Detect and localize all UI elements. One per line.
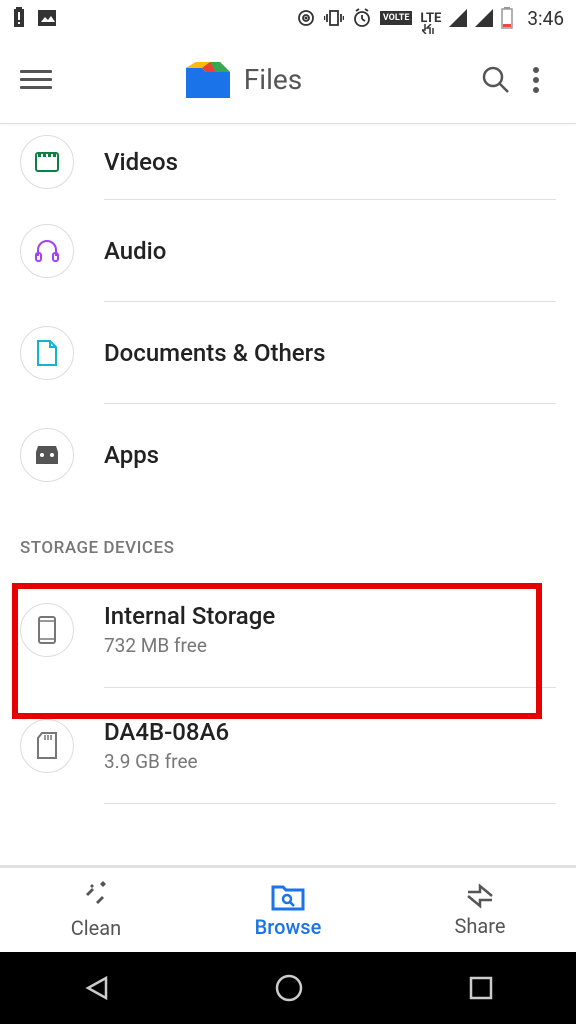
documents-icon bbox=[20, 326, 74, 380]
nav-share[interactable]: Share bbox=[384, 868, 576, 952]
android-nav-bar bbox=[0, 952, 576, 1024]
storage-subtitle: 3.9 GB free bbox=[104, 750, 556, 773]
signal-icon-2 bbox=[475, 9, 493, 27]
battery-warn-icon bbox=[12, 7, 26, 29]
recent-button[interactable] bbox=[468, 975, 494, 1001]
nav-browse[interactable]: Browse bbox=[192, 868, 384, 952]
category-documents[interactable]: Documents & Others bbox=[0, 302, 576, 404]
app-title: Files bbox=[244, 63, 302, 96]
volte-badge: VOLTE bbox=[380, 11, 413, 25]
category-videos[interactable]: Videos bbox=[0, 124, 576, 200]
content-scroll[interactable]: Videos Audio Documents & Others Apps STO… bbox=[0, 124, 576, 804]
back-button[interactable] bbox=[82, 974, 110, 1002]
vibrate-icon bbox=[324, 8, 344, 28]
image-icon bbox=[36, 7, 58, 29]
hotspot-icon bbox=[296, 8, 316, 28]
storage-sdcard[interactable]: DA4B-08A6 3.9 GB free bbox=[0, 688, 576, 804]
nav-label: Share bbox=[455, 914, 506, 938]
more-button[interactable] bbox=[516, 60, 556, 100]
category-label: Videos bbox=[104, 124, 556, 200]
share-icon bbox=[464, 882, 496, 910]
status-bar: VOLTE LTE 3:46 bbox=[0, 0, 576, 36]
section-header-storage: STORAGE DEVICES bbox=[0, 506, 576, 572]
status-time: 3:46 bbox=[527, 7, 564, 30]
clean-icon bbox=[80, 880, 112, 912]
bottom-nav: Clean Browse Share bbox=[0, 865, 576, 952]
category-label: Audio bbox=[104, 200, 556, 302]
alarm-icon bbox=[352, 8, 372, 28]
videos-icon bbox=[20, 135, 74, 189]
lte-badge: LTE bbox=[420, 11, 441, 26]
sdcard-icon bbox=[20, 719, 74, 773]
app-bar: Files bbox=[0, 36, 576, 124]
audio-icon bbox=[20, 224, 74, 278]
category-apps[interactable]: Apps bbox=[0, 404, 576, 506]
files-logo-icon bbox=[186, 62, 230, 98]
more-icon bbox=[533, 67, 539, 93]
storage-title: Internal Storage bbox=[104, 602, 556, 630]
storage-subtitle: 732 MB free bbox=[104, 634, 556, 657]
category-audio[interactable]: Audio bbox=[0, 200, 576, 302]
battery-icon bbox=[501, 7, 513, 29]
storage-title: DA4B-08A6 bbox=[104, 718, 556, 746]
signal-icon bbox=[449, 9, 467, 27]
category-label: Apps bbox=[104, 404, 556, 506]
search-icon bbox=[481, 65, 511, 95]
nav-label: Browse bbox=[255, 915, 322, 939]
storage-internal[interactable]: Internal Storage 732 MB free bbox=[0, 572, 576, 688]
category-label: Documents & Others bbox=[104, 302, 556, 404]
search-button[interactable] bbox=[476, 60, 516, 100]
nav-clean[interactable]: Clean bbox=[0, 868, 192, 952]
home-button[interactable] bbox=[274, 973, 304, 1003]
browse-icon bbox=[271, 881, 305, 911]
apps-icon bbox=[20, 428, 74, 482]
nav-label: Clean bbox=[71, 916, 121, 940]
phone-icon bbox=[20, 603, 74, 657]
